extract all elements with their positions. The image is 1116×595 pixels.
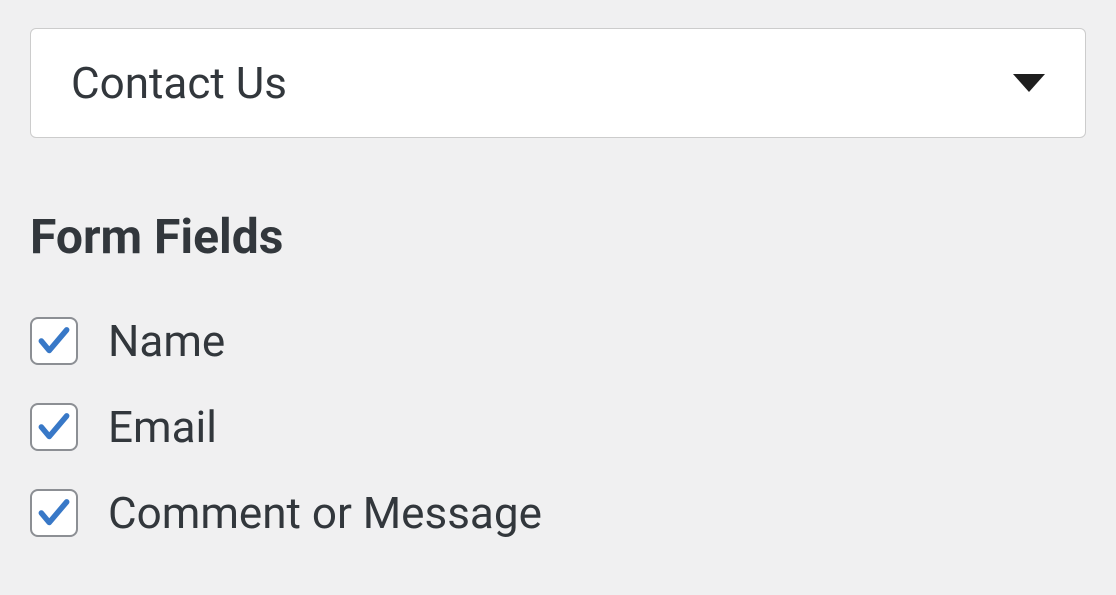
- checkbox-label-email: Email: [108, 401, 217, 453]
- checkbox-name[interactable]: [30, 317, 78, 365]
- form-select-dropdown[interactable]: Contact Us: [30, 28, 1086, 138]
- check-icon: [35, 494, 73, 532]
- checkbox-label-comment: Comment or Message: [108, 487, 542, 539]
- form-fields-heading: Form Fields: [30, 208, 1086, 265]
- checkbox-label-name: Name: [108, 315, 225, 367]
- form-fields-list: Name Email Comment or Message: [30, 315, 1086, 539]
- field-row-comment: Comment or Message: [30, 487, 1086, 539]
- field-row-name: Name: [30, 315, 1086, 367]
- checkbox-comment[interactable]: [30, 489, 78, 537]
- field-row-email: Email: [30, 401, 1086, 453]
- check-icon: [35, 408, 73, 446]
- chevron-down-icon: [1013, 74, 1045, 92]
- checkbox-email[interactable]: [30, 403, 78, 451]
- check-icon: [35, 322, 73, 360]
- dropdown-selected-label: Contact Us: [71, 57, 287, 109]
